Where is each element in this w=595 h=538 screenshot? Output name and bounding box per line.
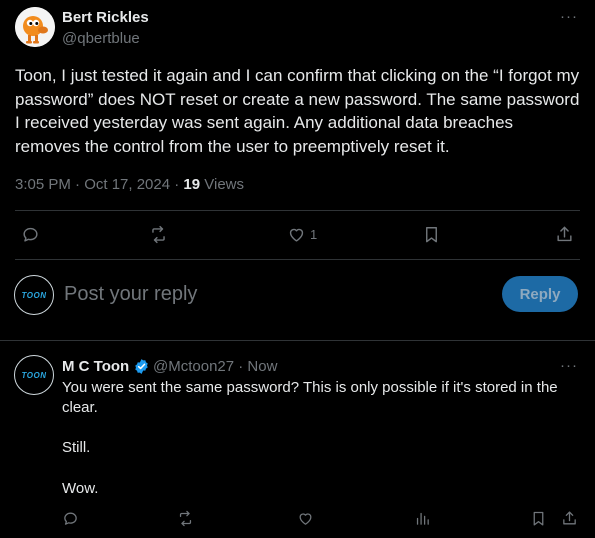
verified-badge-icon: [135, 359, 148, 374]
tweet-meta: 3:05 PM · Oct 17, 2024 · 19 Views: [15, 176, 244, 193]
bookmark-icon: [426, 227, 437, 243]
tweet-text: Toon, I just tested it again and I can c…: [15, 66, 580, 156]
repost-button[interactable]: [149, 225, 168, 244]
author-name[interactable]: Bert Rickles: [62, 9, 149, 26]
reply-submit-button[interactable]: Reply: [502, 276, 578, 312]
analytics-button[interactable]: [414, 510, 431, 527]
bookmark-icon: [533, 511, 544, 526]
bookmark-button[interactable]: [422, 225, 441, 244]
like-count: 1: [310, 227, 318, 242]
more-options-icon[interactable]: ···: [560, 8, 578, 25]
share-button[interactable]: [561, 510, 578, 527]
reply-input[interactable]: Post your reply: [64, 283, 197, 306]
reply-button[interactable]: [21, 225, 40, 244]
views-label: Views: [200, 176, 245, 193]
more-options-icon[interactable]: ···: [560, 357, 578, 374]
reply-button[interactable]: [62, 510, 79, 527]
like-button[interactable]: 1: [287, 225, 317, 244]
share-icon: [563, 511, 576, 525]
reply-icon: [64, 512, 77, 525]
repost-button[interactable]: [177, 510, 194, 527]
analytics-icon: [416, 512, 429, 525]
repost-icon: [152, 225, 165, 244]
reply-text-line: You were sent the same password? This is…: [62, 379, 558, 416]
like-icon: [289, 228, 304, 242]
like-icon: [299, 513, 312, 525]
divider: [0, 340, 595, 341]
composer-avatar[interactable]: TOON: [14, 275, 54, 315]
tweet-timestamp[interactable]: 3:05 PM · Oct 17, 2024 ·: [15, 176, 183, 193]
toon-logo: TOON: [21, 370, 47, 380]
share-icon: [557, 226, 572, 242]
author-handle[interactable]: @qbertblue: [62, 30, 140, 47]
like-button[interactable]: [297, 510, 314, 527]
reply-icon: [23, 227, 38, 242]
divider: [15, 210, 580, 211]
author-avatar[interactable]: [15, 7, 55, 47]
share-button[interactable]: [555, 225, 574, 244]
repost-icon: [179, 510, 192, 527]
views-count: 19: [183, 176, 201, 193]
toon-logo: TOON: [21, 290, 47, 300]
qbert-avatar-icon: [15, 7, 55, 47]
reply-author-avatar[interactable]: TOON: [14, 355, 54, 395]
reply-author-handle[interactable]: @Mctoon27 · Now: [153, 358, 277, 375]
reply-text-line: Still.: [62, 439, 91, 456]
reply-text-line: Wow.: [62, 480, 99, 497]
bookmark-button[interactable]: [530, 510, 547, 527]
divider: [15, 259, 580, 260]
reply-author-name[interactable]: M C Toon: [62, 358, 129, 375]
